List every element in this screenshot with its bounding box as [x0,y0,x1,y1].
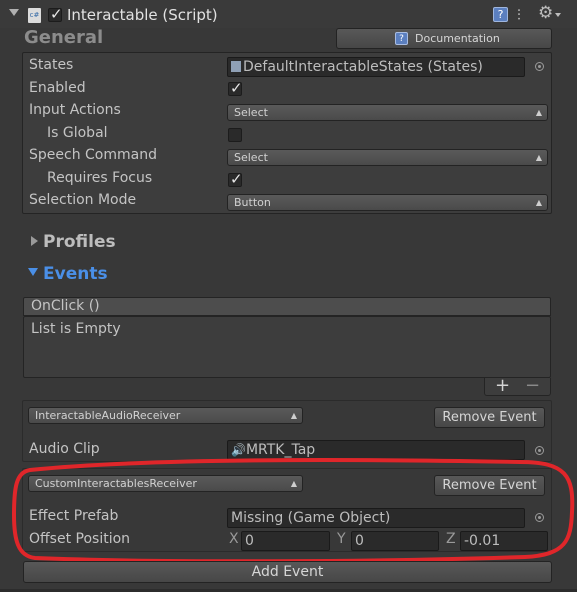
red-highlight-annotation [12,458,575,564]
add-event-button[interactable]: Add Event [23,561,552,583]
